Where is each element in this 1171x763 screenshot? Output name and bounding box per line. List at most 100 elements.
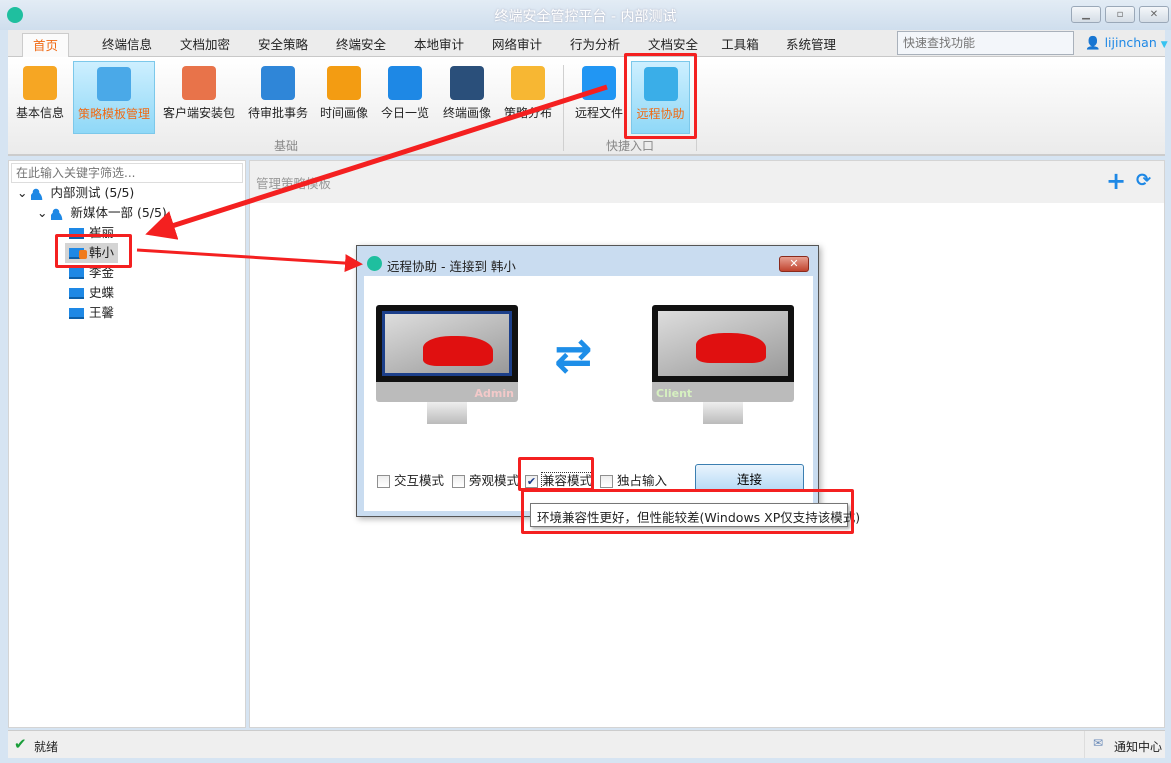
tree-node-member[interactable]: 韩小 <box>65 243 119 263</box>
folder-icon <box>582 66 616 100</box>
tab-1[interactable]: 终端信息 <box>88 33 166 58</box>
ribbon-label: 策略模板管理 <box>77 107 150 121</box>
ribbon-folder-button[interactable]: 远程文件 <box>569 61 629 134</box>
ribbon-label: 远程协助 <box>636 107 685 121</box>
presenter-icon <box>450 66 484 100</box>
quick-search-input[interactable] <box>897 31 1074 55</box>
ribbon: 基础 快捷入口 基本信息 策略模板管理 客户端安装包 待审批事务 时间画像 今日一览 终端画… <box>8 57 1165 156</box>
chevron-down-icon[interactable]: ⌄ <box>37 205 47 220</box>
package-icon <box>182 66 216 100</box>
tooltip: 环境兼容性更好，但性能较差(Windows XP仅支持该模式) <box>530 503 860 527</box>
dialog-title: 远程协助 - 连接到 韩小 <box>387 259 516 274</box>
window-title: 终端安全管控平台 - 内部测试 <box>494 9 677 25</box>
ribbon-label: 远程文件 <box>574 106 623 120</box>
computer-icon <box>69 248 87 259</box>
clipboard-icon <box>97 67 131 101</box>
ribbon-clipboard-button[interactable]: 策略模板管理 <box>73 61 155 134</box>
tree-filter-input[interactable] <box>11 163 243 183</box>
ribbon-label: 今日一览 <box>380 106 429 120</box>
user-icon: 👤 <box>1085 35 1101 50</box>
check-icon: ✔ <box>14 735 27 753</box>
org-tree-panel: ⌄ 内部测试 (5/5) ⌄ 新媒体一部 (5/5) 崔丽韩小李金史蝶王馨 <box>8 160 246 728</box>
node-label: 内部测试 (5/5) <box>50 185 135 200</box>
computer-icon <box>69 268 84 279</box>
compat-mode-checkbox[interactable]: ✔ 兼容模式 <box>525 470 594 489</box>
title-bar: 终端安全管控平台 - 内部测试 ▁ ▫ ✕ <box>0 0 1171 30</box>
client-monitor-image: Client <box>652 305 794 424</box>
ribbon-label: 时间画像 <box>319 106 368 120</box>
tab-4[interactable]: 终端安全 <box>322 33 400 58</box>
connect-button[interactable]: 连接 <box>695 464 804 492</box>
lock-icon <box>79 250 87 259</box>
clock-icon <box>327 66 361 100</box>
ribbon-label: 策略分布 <box>503 106 552 120</box>
dialog-close-button[interactable]: ✕ <box>779 256 809 272</box>
node-label: 李金 <box>89 265 115 280</box>
chart-icon <box>511 66 545 100</box>
tree-node-member[interactable]: 崔丽 <box>69 223 114 243</box>
node-label: 韩小 <box>89 245 115 260</box>
node-label: 王馨 <box>89 305 115 320</box>
remote-assist-dialog: 远程协助 - 连接到 韩小 ✕ Admin ⇄ Client 交互模式 旁观模式… <box>356 245 819 517</box>
node-label: 新媒体一部 (5/5) <box>70 205 167 220</box>
refresh-icon[interactable]: ⟳ <box>1136 170 1151 191</box>
minimize-button[interactable]: ▁ <box>1071 6 1101 23</box>
tree-node-member[interactable]: 李金 <box>69 263 114 283</box>
ribbon-label: 待审批事务 <box>247 106 308 120</box>
computer-icon <box>69 228 84 239</box>
user-name: lijinchan <box>1104 35 1157 50</box>
admin-monitor-image: Admin <box>376 305 518 424</box>
ribbon-monitor-search-button[interactable]: 远程协助 <box>631 61 690 134</box>
tab-9[interactable]: 工具箱 <box>710 33 770 58</box>
ribbon-label: 客户端安装包 <box>162 106 235 120</box>
notify-label: 通知中心 <box>1114 740 1163 754</box>
tab-6[interactable]: 网络审计 <box>478 33 556 58</box>
exclusive-input-checkbox[interactable]: 独占输入 <box>600 470 667 489</box>
node-label: 史蝶 <box>89 285 115 300</box>
tab-0[interactable]: 首页 <box>22 33 69 58</box>
status-text: 就绪 <box>34 740 59 754</box>
group-label-basic: 基础 <box>273 139 298 153</box>
ribbon-label: 基本信息 <box>15 106 64 120</box>
status-bar: ✔ 就绪 ✉ 通知中心 <box>8 730 1165 758</box>
tree-node-dept[interactable]: ⌄ 新媒体一部 (5/5) <box>37 203 167 223</box>
tab-7[interactable]: 行为分析 <box>556 33 634 58</box>
close-button[interactable]: ✕ <box>1139 6 1169 23</box>
tree-node-member[interactable]: 史蝶 <box>69 283 114 303</box>
approval-icon <box>261 66 295 100</box>
ribbon-chart-button[interactable]: 策略分布 <box>499 61 557 134</box>
interactive-mode-checkbox[interactable]: 交互模式 <box>377 470 444 489</box>
user-menu[interactable]: 👤 lijinchan ▼ <box>1085 35 1168 51</box>
mail-icon: ✉ <box>1093 736 1104 750</box>
ribbon-approval-button[interactable]: 待审批事务 <box>243 61 313 134</box>
tab-5[interactable]: 本地审计 <box>400 33 478 58</box>
app-logo-icon <box>367 256 382 271</box>
notification-center-button[interactable]: ✉ 通知中心 <box>1084 731 1165 758</box>
person-icon <box>23 66 57 100</box>
computer-icon <box>69 288 84 299</box>
ribbon-eye-button[interactable]: 今日一览 <box>375 61 435 134</box>
tab-8[interactable]: 文档安全 <box>634 33 712 58</box>
ribbon-package-button[interactable]: 客户端安装包 <box>158 61 240 134</box>
maximize-button[interactable]: ▫ <box>1105 6 1135 23</box>
panel-title: 管理策略模板 <box>256 176 332 191</box>
monitor-search-icon <box>643 67 678 101</box>
add-icon[interactable]: + <box>1106 167 1126 195</box>
tab-3[interactable]: 安全策略 <box>244 33 322 58</box>
eye-icon <box>388 66 422 100</box>
ribbon-clock-button[interactable]: 时间画像 <box>314 61 374 134</box>
tree-node-member[interactable]: 王馨 <box>69 303 114 323</box>
ribbon-presenter-button[interactable]: 终端画像 <box>436 61 498 134</box>
group-icon <box>31 187 46 200</box>
group-label-shortcuts: 快捷入口 <box>605 139 654 153</box>
watch-mode-checkbox[interactable]: 旁观模式 <box>452 470 519 489</box>
chevron-down-icon[interactable]: ⌄ <box>17 185 27 200</box>
ribbon-label: 终端画像 <box>442 106 491 120</box>
tree-node-root[interactable]: ⌄ 内部测试 (5/5) <box>17 183 134 203</box>
tab-2[interactable]: 文档加密 <box>166 33 244 58</box>
ribbon-person-button[interactable]: 基本信息 <box>10 61 70 134</box>
caret-down-icon: ▼ <box>1160 40 1168 50</box>
tab-10[interactable]: 系统管理 <box>768 33 854 58</box>
node-label: 崔丽 <box>89 225 115 240</box>
computer-icon <box>69 308 84 319</box>
